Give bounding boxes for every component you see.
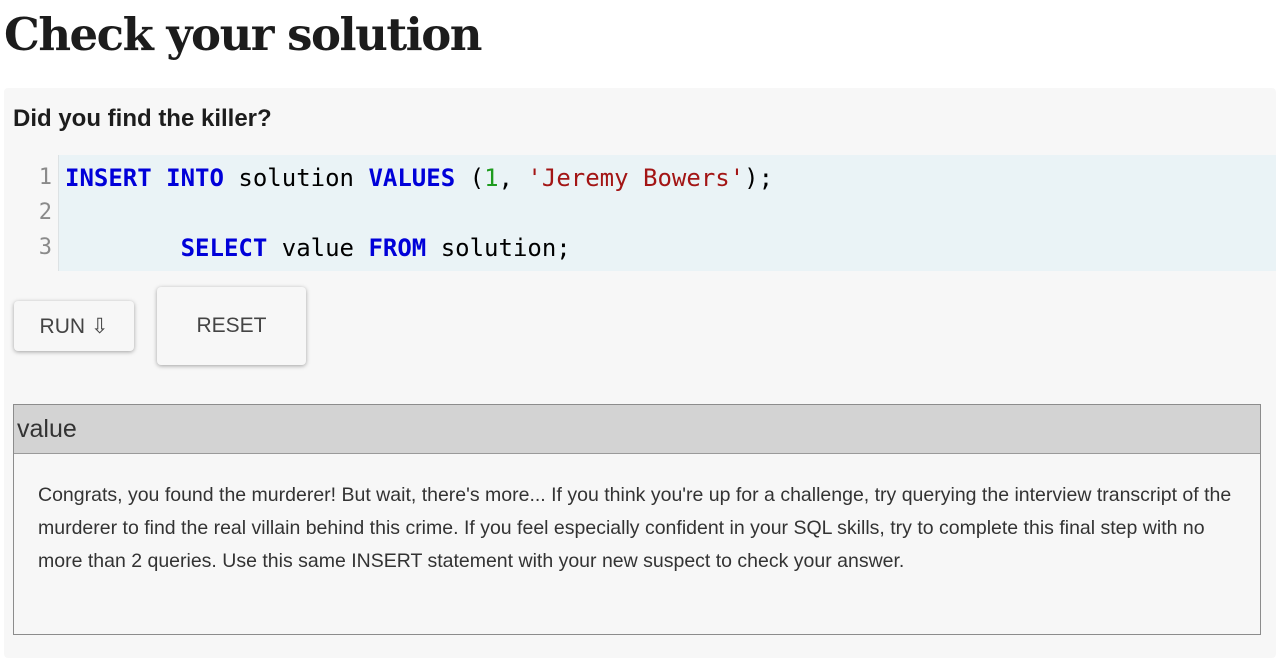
result-table: value Congrats, you found the murderer! … <box>13 404 1261 635</box>
sql-keyword: SELECT <box>180 234 268 262</box>
line-number-gutter: 1 2 3 <box>14 155 59 271</box>
sql-punctuation: ( <box>455 164 485 192</box>
sql-keyword: INTO <box>166 164 224 192</box>
line-number: 1 <box>38 165 52 190</box>
sql-number: 1 <box>484 164 499 192</box>
reset-button[interactable]: RESET <box>157 287 306 365</box>
code-line-1[interactable]: INSERT INTO solution VALUES (1, 'Jeremy … <box>65 165 773 191</box>
sql-keyword: INSERT <box>65 164 152 192</box>
run-button[interactable]: RUN ⇩ <box>14 301 134 351</box>
sql-identifier: value <box>267 234 369 262</box>
result-column-header: value <box>14 405 1260 454</box>
sql-indent <box>65 234 181 262</box>
code-line-3[interactable]: SELECT value FROM solution; <box>65 235 571 261</box>
line-number: 2 <box>38 200 52 225</box>
sql-punctuation: ); <box>744 164 774 192</box>
sql-punctuation: , <box>498 164 528 192</box>
sql-identifier: solution <box>223 164 369 192</box>
column-header-value: value <box>17 415 77 443</box>
sql-string: 'Jeremy Bowers' <box>527 164 745 192</box>
line-number: 3 <box>38 235 52 260</box>
sql-keyword: VALUES <box>368 164 456 192</box>
sql-keyword: FROM <box>368 234 427 262</box>
result-cell: Congrats, you found the murderer! But wa… <box>38 484 1232 572</box>
sql-code-editor[interactable]: 1 2 3 INSERT INTO solution VALUES (1, 'J… <box>14 155 1276 271</box>
solution-panel: Did you find the killer? 1 2 3 INSERT IN… <box>4 88 1276 658</box>
page-title: Check your solution <box>4 8 482 61</box>
sql-identifier: solution; <box>426 234 571 262</box>
panel-heading: Did you find the killer? <box>13 105 272 132</box>
